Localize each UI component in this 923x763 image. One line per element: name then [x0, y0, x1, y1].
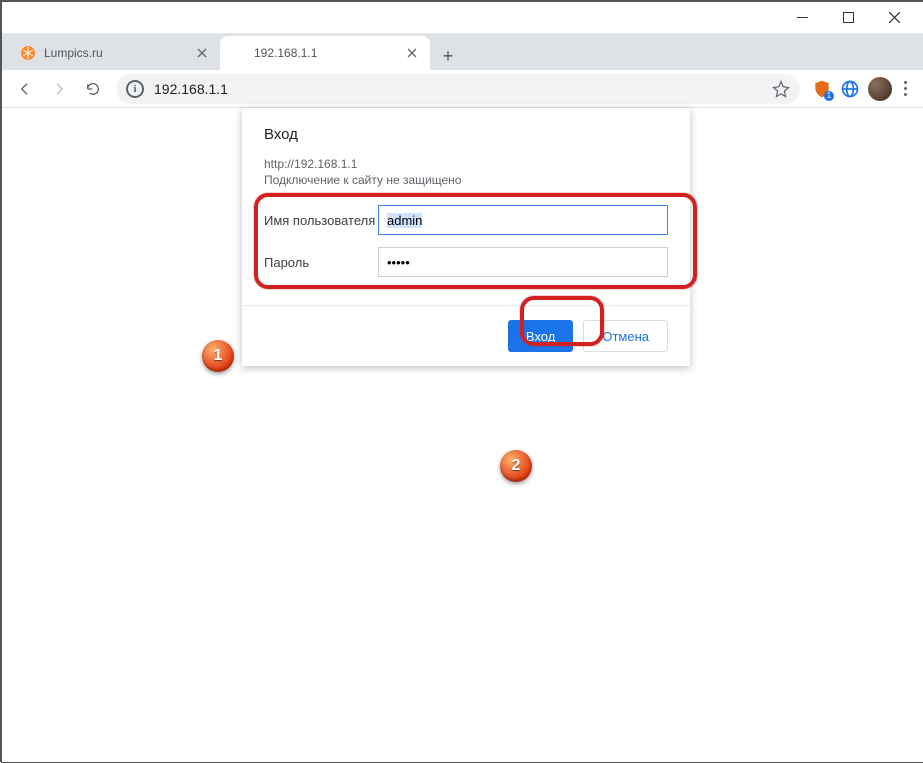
window-titlebar — [2, 2, 923, 34]
username-input[interactable] — [378, 205, 668, 235]
site-info-icon[interactable]: i — [126, 80, 144, 98]
window-close-button[interactable] — [871, 3, 917, 33]
browser-toolbar: i 192.168.1.1 1 — [2, 70, 923, 108]
extension-globe-icon[interactable] — [840, 79, 860, 99]
window-maximize-button[interactable] — [825, 3, 871, 33]
cancel-button[interactable]: Отмена — [583, 320, 668, 352]
page-viewport: Вход http://192.168.1.1 Подключение к са… — [2, 108, 923, 762]
favicon-orange-icon — [20, 45, 36, 61]
username-label: Имя пользователя — [264, 213, 378, 228]
nav-forward-button[interactable] — [44, 74, 74, 104]
address-url: 192.168.1.1 — [154, 81, 762, 97]
address-bar[interactable]: i 192.168.1.1 — [116, 74, 800, 104]
toolbar-right: 1 — [808, 77, 915, 101]
tab-label: 192.168.1.1 — [254, 46, 396, 60]
password-label: Пароль — [264, 255, 378, 270]
tab-close-icon[interactable] — [404, 45, 420, 61]
window-minimize-button[interactable] — [779, 3, 825, 33]
profile-avatar[interactable] — [868, 77, 892, 101]
login-button[interactable]: Вход — [508, 320, 573, 352]
password-input[interactable] — [378, 247, 668, 277]
annotation-marker-2: 2 — [500, 450, 532, 482]
tab-label: Lumpics.ru — [44, 46, 186, 60]
dialog-origin: http://192.168.1.1 — [264, 157, 668, 171]
extension-badge: 1 — [824, 91, 834, 101]
auth-dialog: Вход http://192.168.1.1 Подключение к са… — [242, 108, 690, 366]
extension-shield-icon[interactable]: 1 — [812, 79, 832, 99]
nav-reload-button[interactable] — [78, 74, 108, 104]
browser-tabstrip: Lumpics.ru 192.168.1.1 + — [2, 34, 923, 70]
dialog-warning: Подключение к сайту не защищено — [264, 173, 668, 187]
browser-menu-button[interactable] — [900, 77, 911, 100]
favicon-default-icon — [230, 45, 246, 61]
new-tab-button[interactable]: + — [434, 42, 462, 70]
dialog-title: Вход — [264, 126, 668, 143]
nav-back-button[interactable] — [10, 74, 40, 104]
tab-close-icon[interactable] — [194, 45, 210, 61]
bookmark-star-icon[interactable] — [772, 80, 790, 98]
annotation-marker-1: 1 — [202, 340, 234, 372]
browser-tab-router[interactable]: 192.168.1.1 — [220, 36, 430, 70]
browser-tab-lumpics[interactable]: Lumpics.ru — [10, 36, 220, 70]
